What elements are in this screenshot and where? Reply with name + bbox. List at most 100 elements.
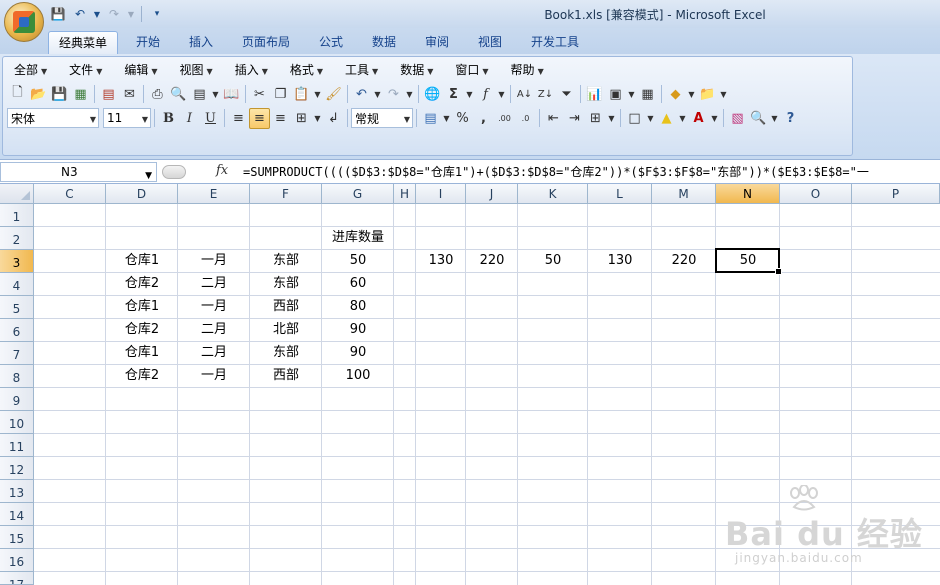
column-header-m[interactable]: M [652, 184, 716, 204]
chevron-down-icon[interactable]: ▼ [606, 108, 617, 129]
cell-e5[interactable]: 一月 [178, 296, 250, 319]
row-header-11[interactable]: 11 [0, 434, 34, 457]
column-header-c[interactable]: C [34, 184, 106, 204]
cell-e3[interactable]: 一月 [178, 250, 250, 273]
comma-style-icon[interactable]: , [473, 108, 494, 129]
row-header-15[interactable]: 15 [0, 526, 34, 549]
print-preview-icon[interactable]: 🔍 [168, 84, 189, 105]
row-header-13[interactable]: 13 [0, 480, 34, 503]
cell-f4[interactable]: 东部 [250, 273, 322, 296]
row-header-3[interactable]: 3 [0, 250, 34, 273]
chevron-down-icon[interactable]: ▼ [718, 84, 729, 105]
menu-tools[interactable]: 工具 ▼ [337, 60, 386, 80]
tab-developer[interactable]: 开发工具 [520, 31, 590, 54]
cell-l3[interactable]: 130 [588, 250, 652, 273]
menu-all[interactable]: 全部 ▼ [6, 60, 55, 80]
chevron-down-icon[interactable]: ▼ [686, 84, 697, 105]
column-header-h[interactable]: H [394, 184, 416, 204]
sort-descending-icon[interactable]: Z↓ [535, 84, 556, 105]
cell-e7[interactable]: 二月 [178, 342, 250, 365]
cell-g6[interactable]: 90 [322, 319, 394, 342]
column-header-d[interactable]: D [106, 184, 178, 204]
column-header-l[interactable]: L [588, 184, 652, 204]
new-file-icon[interactable]: 🗋 [7, 84, 28, 105]
italic-button[interactable]: I [179, 108, 200, 129]
format-painter-icon[interactable]: 🖌 [323, 84, 344, 105]
menu-data[interactable]: 数据 ▼ [392, 60, 441, 80]
borders-icon[interactable]: □ [624, 108, 645, 129]
column-header-o[interactable]: O [780, 184, 852, 204]
chevron-down-icon[interactable]: ▼ [709, 108, 720, 129]
menu-insert[interactable]: 插入 ▼ [227, 60, 276, 80]
cell-d7[interactable]: 仓库1 [106, 342, 178, 365]
cell-f3[interactable]: 东部 [250, 250, 322, 273]
font-name-select[interactable]: 宋体 ▼ [7, 108, 99, 128]
column-header-p[interactable]: P [852, 184, 940, 204]
cell-g4[interactable]: 60 [322, 273, 394, 296]
open-folder-icon[interactable]: 📂 [28, 84, 49, 105]
insert-function-icon[interactable]: f [475, 84, 496, 105]
cell-m3[interactable]: 220 [652, 250, 716, 273]
underline-button[interactable]: U [200, 108, 221, 129]
column-header-f[interactable]: F [250, 184, 322, 204]
chevron-down-icon[interactable]: ▼ [372, 84, 383, 105]
cell-k3[interactable]: 50 [518, 250, 588, 273]
chevron-down-icon[interactable]: ▼ [769, 108, 780, 129]
insert-function-button[interactable]: fx [216, 163, 228, 178]
office-button[interactable] [4, 2, 44, 42]
cell-d5[interactable]: 仓库1 [106, 296, 178, 319]
chevron-down-icon[interactable]: ▼ [210, 84, 221, 105]
cell-f7[interactable]: 东部 [250, 342, 322, 365]
tab-page-layout[interactable]: 页面布局 [232, 31, 300, 54]
row-header-10[interactable]: 10 [0, 411, 34, 434]
row-header-8[interactable]: 8 [0, 365, 34, 388]
format-cells-icon[interactable]: ⊞ [585, 108, 606, 129]
chevron-down-icon[interactable]: ▼ [404, 84, 415, 105]
row-header-17[interactable]: 17 [0, 572, 34, 585]
cell-d3[interactable]: 仓库1 [106, 250, 178, 273]
number-format-select[interactable]: 常规 ▼ [351, 108, 413, 128]
cell-f6[interactable]: 北部 [250, 319, 322, 342]
undo-icon[interactable]: ↶ [351, 84, 372, 105]
column-header-n[interactable]: N [716, 184, 780, 204]
menu-format[interactable]: 格式 ▼ [282, 60, 331, 80]
cell-g5[interactable]: 80 [322, 296, 394, 319]
chevron-down-icon[interactable]: ▼ [464, 84, 475, 105]
autosum-icon[interactable]: Σ [443, 84, 464, 105]
menu-view[interactable]: 视图 ▼ [172, 60, 221, 80]
chevron-down-icon[interactable]: ▼ [626, 84, 637, 105]
chevron-down-icon[interactable]: ▼ [496, 84, 507, 105]
tab-data[interactable]: 数据 [361, 31, 407, 54]
cut-icon[interactable]: ✂ [249, 84, 270, 105]
align-center-icon[interactable]: ≡ [249, 107, 270, 129]
pdf-icon[interactable]: ▤ [98, 84, 119, 105]
formula-input[interactable]: =SUMPRODUCT(((($D$3:$D$8="仓库1")+($D$3:$D… [243, 163, 940, 180]
cell-e4[interactable]: 二月 [178, 273, 250, 296]
chevron-down-icon[interactable]: ▼ [677, 108, 688, 129]
filter-icon[interactable]: ⏷ [556, 84, 577, 105]
cell-g7[interactable]: 90 [322, 342, 394, 365]
cell-d8[interactable]: 仓库2 [106, 365, 178, 388]
bold-button[interactable]: B [158, 108, 179, 129]
cell-g2[interactable]: 进库数量 [322, 227, 394, 250]
column-header-e[interactable]: E [178, 184, 250, 204]
cell-g3[interactable]: 50 [322, 250, 394, 273]
fill-color-icon[interactable]: ▲ [656, 108, 677, 129]
styles-icon[interactable]: ▧ [727, 108, 748, 129]
paste-icon[interactable]: 📋 [291, 84, 312, 105]
help-icon[interactable]: ? [780, 108, 801, 129]
chevron-down-icon[interactable]: ▼ [645, 108, 656, 129]
tab-view[interactable]: 视图 [467, 31, 513, 54]
permission-icon[interactable]: ▦ [70, 84, 91, 105]
menu-file[interactable]: 文件 ▼ [61, 60, 110, 80]
save-icon[interactable]: 💾 [49, 84, 70, 105]
row-header-12[interactable]: 12 [0, 457, 34, 480]
decrease-indent-icon[interactable]: ⇤ [543, 108, 564, 129]
row-header-9[interactable]: 9 [0, 388, 34, 411]
tab-formulas[interactable]: 公式 [308, 31, 354, 54]
drawing-icon[interactable]: ▣ [605, 84, 626, 105]
column-header-k[interactable]: K [518, 184, 588, 204]
increase-indent-icon[interactable]: ⇥ [564, 108, 585, 129]
row-header-6[interactable]: 6 [0, 319, 34, 342]
chevron-down-icon[interactable]: ▼ [312, 84, 323, 105]
